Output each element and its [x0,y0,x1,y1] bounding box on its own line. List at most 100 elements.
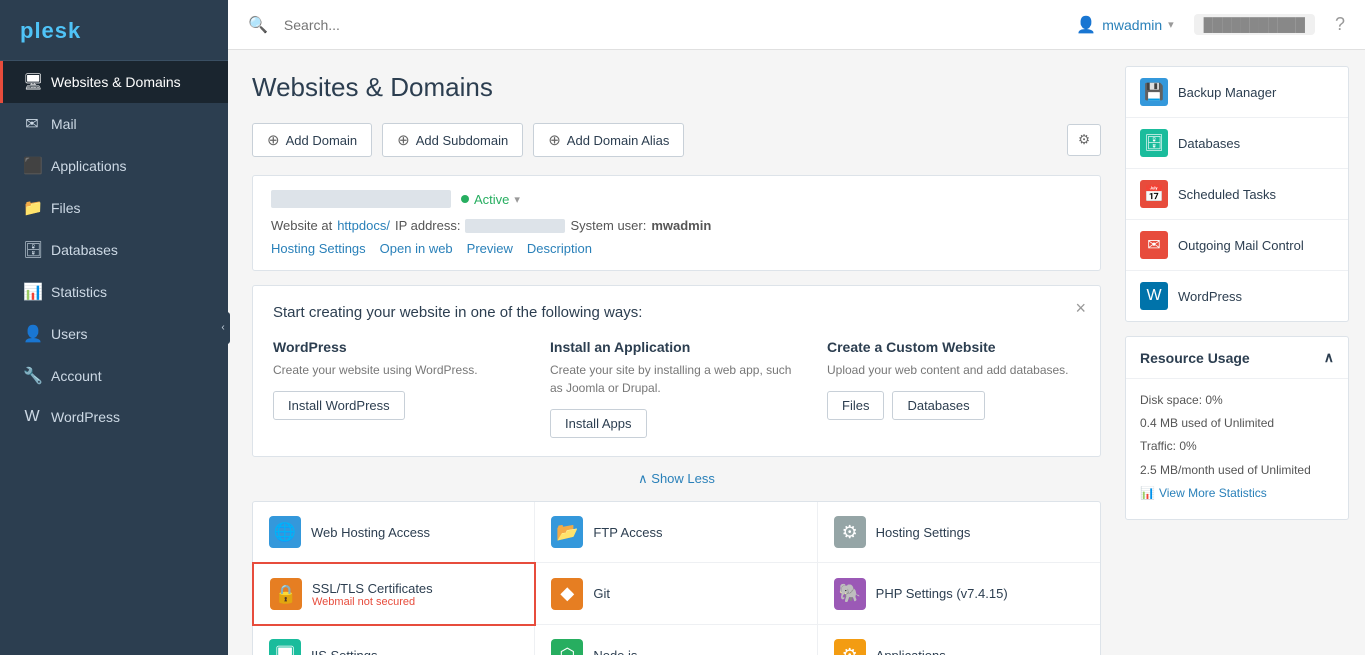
feature-item-ssl-tls[interactable]: 🔒 SSL/TLS Certificates Webmail not secur… [252,562,536,626]
start-box-close-button[interactable]: × [1075,298,1086,319]
active-badge[interactable]: Active ▾ [461,192,520,207]
databases-label: Databases [1178,136,1240,151]
backup-manager-label: Backup Manager [1178,85,1276,100]
web-hosting-access-info: Web Hosting Access [311,525,430,540]
settings-button[interactable]: ⚙ [1067,124,1101,156]
sidebar-item-mail[interactable]: ✉ Mail [0,103,228,145]
ftp-access-info: FTP Access [593,525,662,540]
features-grid: 🌐 Web Hosting Access 📂 FTP Access ⚙ Host… [252,501,1101,655]
statistics-bar-icon: 📊 [1140,484,1155,503]
resource-usage-header[interactable]: Resource Usage ∧ [1126,337,1348,379]
sidebar-item-databases[interactable]: 🗄Databases [0,229,228,271]
git-info: Git [593,586,610,601]
sidebar-item-wordpress[interactable]: WWordPress [0,397,228,437]
action-bar: ⊕ Add Domain ⊕ Add Subdomain ⊕ Add Domai… [252,123,1101,157]
sidebar-item-applications[interactable]: ⬛Applications [0,145,228,187]
plus-icon: ⊕ [267,131,280,149]
users-icon: 👤 [23,324,41,344]
search-input[interactable] [284,17,1060,33]
feature-item-ftp-access[interactable]: 📂 FTP Access [535,502,817,563]
install-app-title: Install an Application [550,339,803,355]
custom-title: Create a Custom Website [827,339,1080,355]
custom-desc: Upload your web content and add database… [827,361,1080,379]
main-wrapper: 🔍 👤 mwadmin ▾ ███████████ ? Websites & D… [228,0,1365,655]
open-in-web-link[interactable]: Open in web [380,241,453,256]
web-hosting-access-icon: 🌐 [269,516,301,548]
sidebar-item-websites-domains[interactable]: 🖥Websites & Domains [0,61,228,103]
sidebar-item-files[interactable]: 📁Files [0,187,228,229]
resource-usage-section: Resource Usage ∧ Disk space: 0% 0.4 MB u… [1125,336,1349,520]
right-item-wordpress-right[interactable]: W WordPress [1126,271,1348,321]
sidebar-label-statistics: Statistics [51,284,107,300]
preview-link[interactable]: Preview [467,241,513,256]
active-label: Active [474,192,509,207]
databases-button[interactable]: Databases [892,391,984,420]
ssl-tls-icon: 🔒 [270,578,302,610]
ssl-tls-label: SSL/TLS Certificates [312,581,433,596]
disk-space-label: Disk space: 0% [1140,391,1334,410]
install-app-option: Install an Application Create your site … [550,339,803,438]
install-apps-button[interactable]: Install Apps [550,409,647,438]
scheduled-tasks-icon: 📅 [1140,180,1168,208]
sidebar-label-account: Account [51,368,102,384]
statistics-icon: 📊 [23,282,41,302]
right-item-outgoing-mail[interactable]: ✉ Outgoing Mail Control [1126,220,1348,271]
httpdocs-link[interactable]: httpdocs/ [337,218,390,233]
page-title: Websites & Domains [252,72,1101,103]
applications-icon: ⚙ [834,639,866,655]
feature-item-iis-settings[interactable]: 🖥 IIS Settings [253,625,535,655]
feature-item-applications[interactable]: ⚙ Applications [818,625,1100,655]
add-subdomain-button[interactable]: ⊕ Add Subdomain [382,123,523,157]
feature-item-hosting-settings[interactable]: ⚙ Hosting Settings [818,502,1100,563]
feature-item-web-hosting-access[interactable]: 🌐 Web Hosting Access [253,502,535,563]
domain-card: Active ▾ Website at httpdocs/ IP address… [252,175,1101,271]
sidebar-item-users[interactable]: 👤Users [0,313,228,355]
right-item-databases[interactable]: 🗄 Databases [1126,118,1348,169]
databases-icon: 🗄 [1140,129,1168,157]
wordpress-right-label: WordPress [1178,289,1242,304]
sidebar-collapse-handle[interactable]: ‹ [216,312,230,344]
sidebar-nav: 🖥Websites & Domains ✉ Mail ⬛Applications📁Fi… [0,61,228,437]
ftp-access-label: FTP Access [593,525,662,540]
iis-settings-info: IIS Settings [311,648,377,655]
right-item-scheduled-tasks[interactable]: 📅 Scheduled Tasks [1126,169,1348,220]
sidebar-item-statistics[interactable]: 📊 Statistics [0,271,228,313]
applications-label: Applications [876,648,946,655]
wordpress-option-desc: Create your website using WordPress. [273,361,526,379]
resource-collapse-icon: ∧ [1324,349,1334,366]
user-menu[interactable]: 👤 mwadmin ▾ [1076,15,1173,35]
resource-usage-body: Disk space: 0% 0.4 MB used of Unlimited … [1126,379,1348,519]
plus-icon-sub: ⊕ [397,131,410,149]
wordpress-option: WordPress Create your website using Word… [273,339,526,438]
add-domain-button[interactable]: ⊕ Add Domain [252,123,372,157]
content-area: Websites & Domains ⊕ Add Domain ⊕ Add Su… [228,50,1365,655]
help-icon[interactable]: ? [1335,14,1345,35]
website-at-label: Website at [271,218,332,233]
feature-item-php-settings[interactable]: 🐘 PHP Settings (v7.4.15) [818,563,1100,625]
iis-settings-icon: 🖥 [269,639,301,655]
description-link[interactable]: Description [527,241,592,256]
install-wordpress-button[interactable]: Install WordPress [273,391,405,420]
feature-item-git[interactable]: ◆ Git [535,563,817,625]
hosting-settings-info: Hosting Settings [876,525,971,540]
account-icon: 🔧 [23,366,41,386]
add-domain-alias-button[interactable]: ⊕ Add Domain Alias [533,123,684,157]
iis-settings-label: IIS Settings [311,648,377,655]
sidebar-logo[interactable]: plesk [0,0,228,61]
view-more-statistics-link[interactable]: 📊 View More Statistics [1140,484,1334,503]
ip-display: ███████████ [1194,14,1315,35]
sidebar-label-mail: Mail [51,116,77,132]
ssl-tls-sublabel: Webmail not secured [312,596,433,608]
sidebar-item-account[interactable]: 🔧 Account [0,355,228,397]
mail-icon: ✉ [23,114,41,134]
start-box-title: Start creating your website in one of th… [273,304,1080,321]
feature-item-nodejs[interactable]: ⬡ Node.js [535,625,817,655]
username-label: mwadmin [1102,17,1162,33]
right-item-backup-manager[interactable]: 💾 Backup Manager [1126,67,1348,118]
start-options: WordPress Create your website using Word… [273,339,1080,438]
hosting-settings-link[interactable]: Hosting Settings [271,241,366,256]
applications-info: Applications [876,648,946,655]
show-less-link[interactable]: ∧ Show Less [252,471,1101,487]
view-more-link[interactable]: 📊 View More Statistics [1140,484,1334,503]
files-button[interactable]: Files [827,391,884,420]
